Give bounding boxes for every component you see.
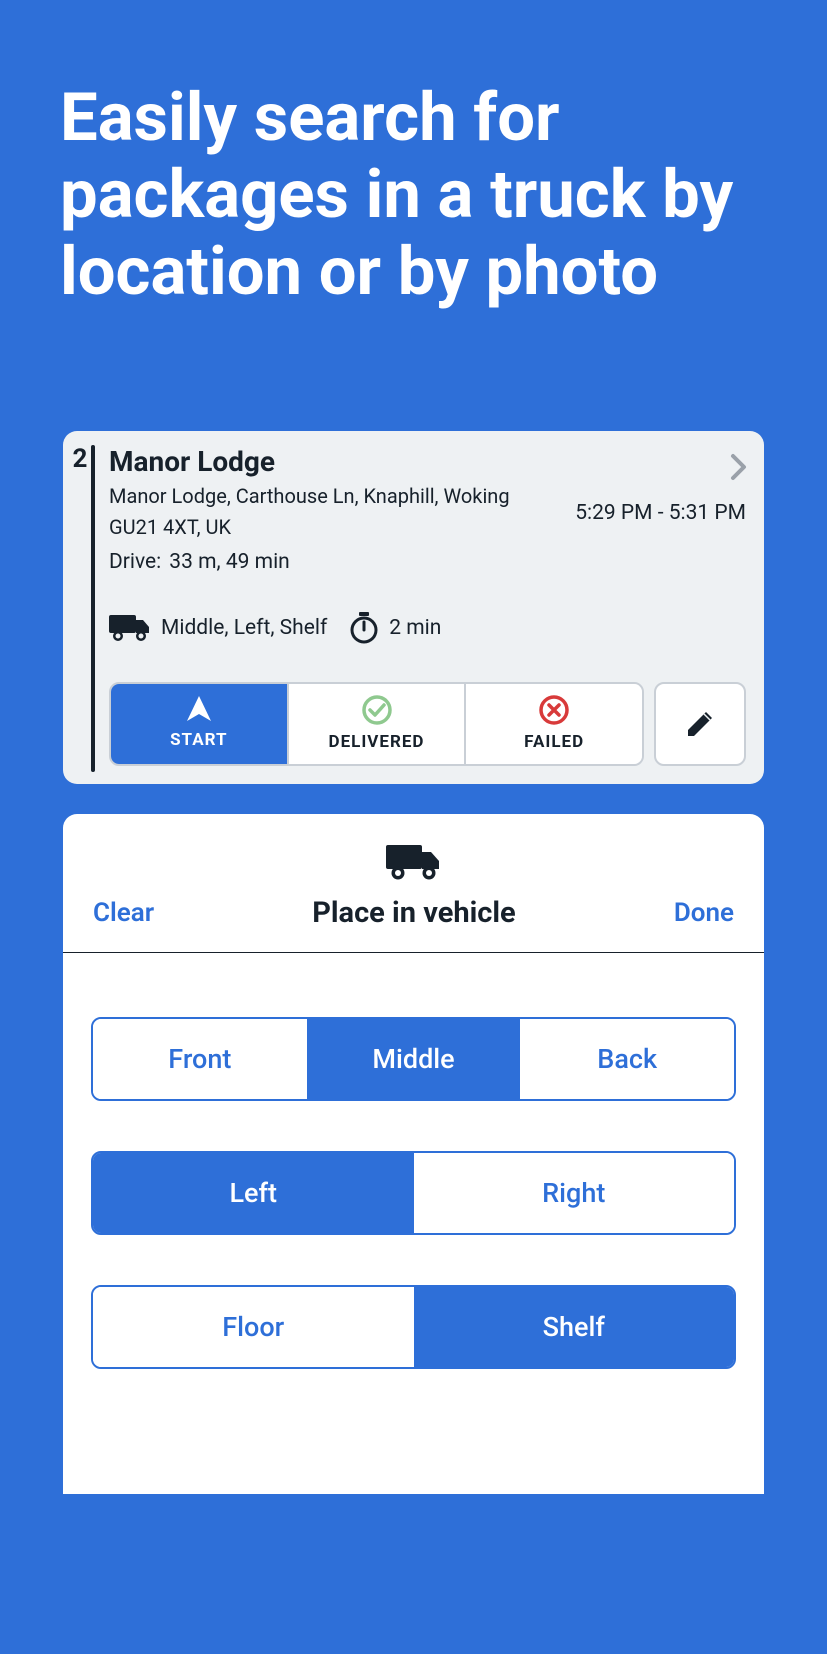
promo-heading: Easily search for packages in a truck by… [0, 0, 827, 371]
stop-title: Manor Lodge [109, 445, 746, 478]
failed-button[interactable]: FAILED [466, 684, 642, 764]
delivered-button-label: DELIVERED [329, 732, 425, 752]
truck-icon [109, 613, 151, 643]
failed-button-label: FAILED [524, 732, 584, 752]
drive-value: 33 m, 49 min [169, 550, 290, 574]
place-in-vehicle-panel: Clear Place in vehicle Done Front Middle… [63, 814, 764, 1494]
segment-left[interactable]: Left [93, 1153, 414, 1233]
segment-middle[interactable]: Middle [307, 1019, 521, 1099]
delivered-button[interactable]: DELIVERED [289, 684, 467, 764]
status-action-group: START DELIVERED FAILED [109, 682, 644, 766]
stop-duration-text: 2 min [389, 616, 441, 640]
clear-button[interactable]: Clear [93, 898, 154, 928]
segment-right[interactable]: Right [414, 1153, 735, 1233]
done-button[interactable]: Done [674, 898, 734, 928]
stop-number: 2 [67, 444, 93, 474]
chevron-right-icon[interactable] [730, 453, 748, 481]
segment-shelf[interactable]: Shelf [414, 1287, 735, 1367]
segment-floor[interactable]: Floor [93, 1287, 414, 1367]
checkmark-circle-icon [361, 694, 393, 726]
card-accent-bar [91, 445, 95, 772]
delivery-stop-card[interactable]: 2 Manor Lodge Manor Lodge, Carthouse Ln,… [63, 431, 764, 784]
x-circle-icon [538, 694, 570, 726]
edit-button[interactable] [654, 682, 746, 766]
stopwatch-icon [349, 612, 379, 644]
segment-front[interactable]: Front [93, 1019, 307, 1099]
side-segment-group: Left Right [91, 1151, 736, 1235]
start-button[interactable]: START [111, 684, 289, 764]
pencil-icon [683, 707, 717, 741]
package-location-text: Middle, Left, Shelf [161, 616, 327, 640]
depth-segment-group: Front Middle Back [91, 1017, 736, 1101]
panel-title: Place in vehicle [312, 896, 516, 930]
drive-label: Drive: [109, 550, 161, 574]
segment-back[interactable]: Back [520, 1019, 734, 1099]
navigation-arrow-icon [185, 694, 213, 724]
level-segment-group: Floor Shelf [91, 1285, 736, 1369]
stop-time-window: 5:29 PM - 5:31 PM [575, 501, 746, 525]
truck-icon [63, 842, 764, 882]
start-button-label: START [170, 730, 227, 750]
